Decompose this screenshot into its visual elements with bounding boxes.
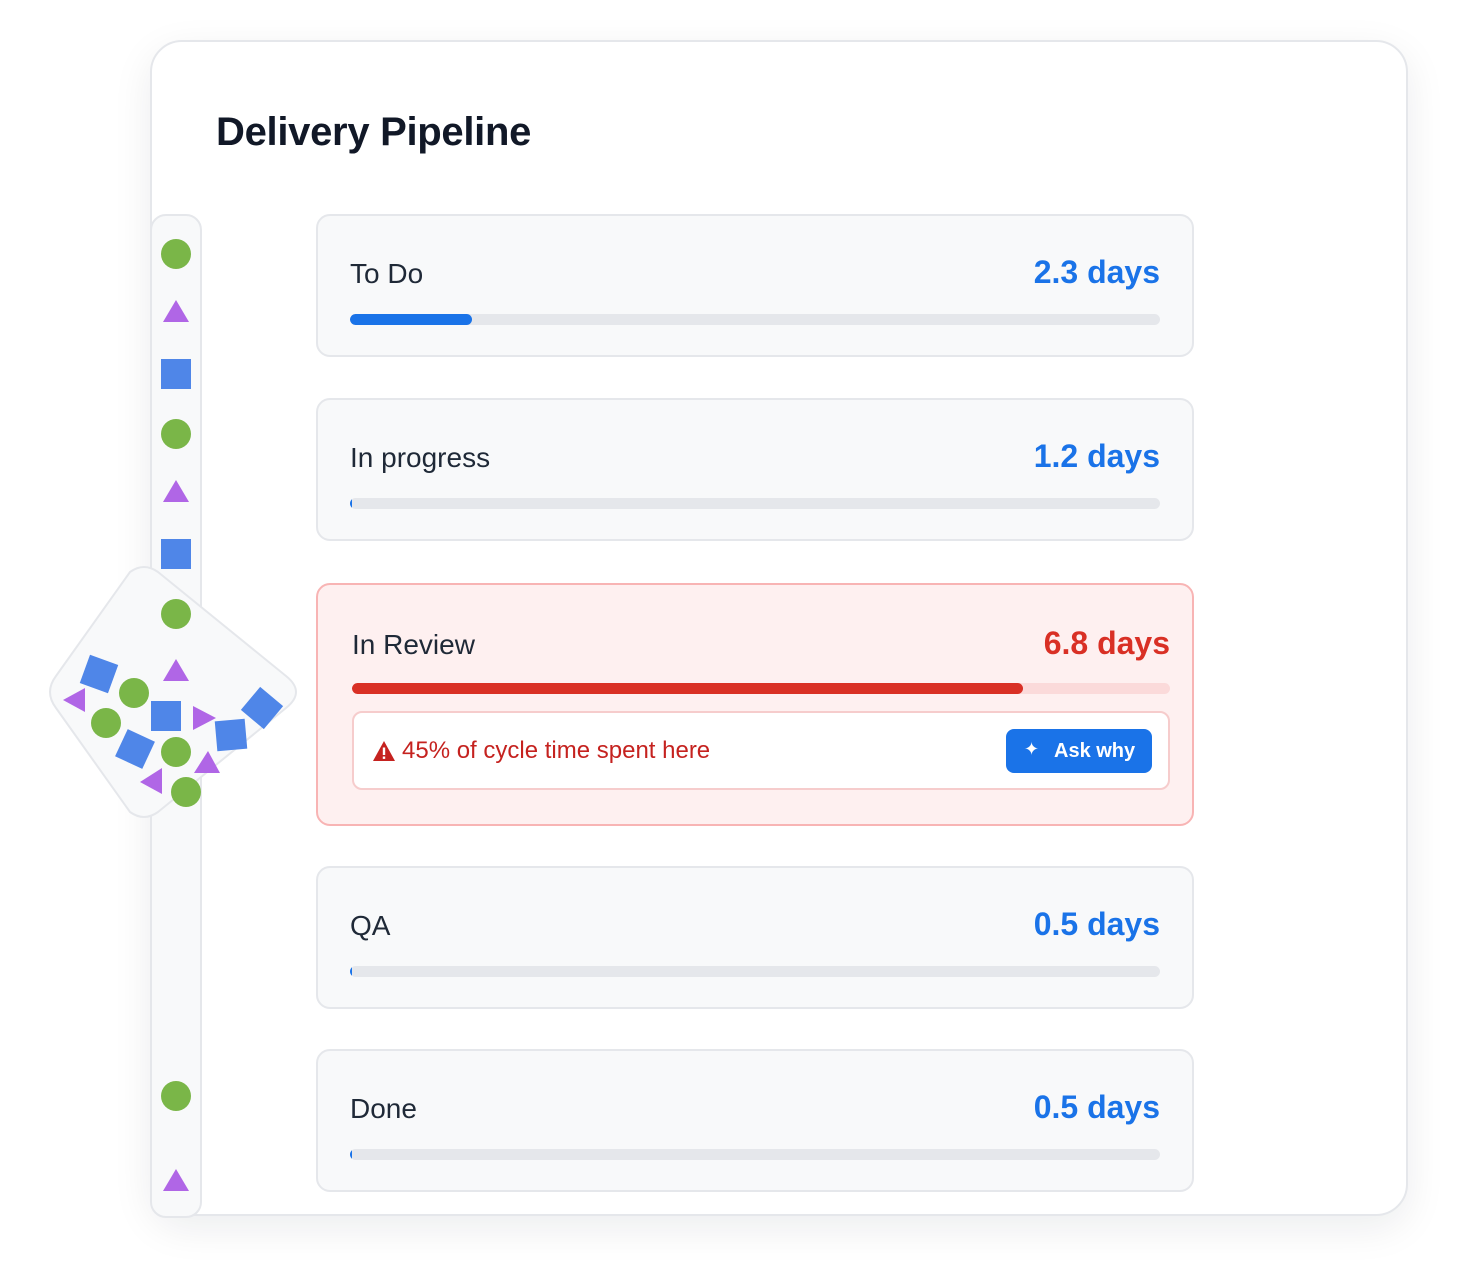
warning-icon xyxy=(373,741,395,761)
triangle-icon xyxy=(163,480,189,502)
circle-icon xyxy=(161,599,191,629)
stage-progress-track xyxy=(350,966,1160,977)
square-icon xyxy=(161,539,191,569)
stage-label: In Review xyxy=(352,629,475,660)
stage-progress-track xyxy=(350,1149,1160,1160)
stage-duration: 0.5 days xyxy=(1033,906,1160,942)
circle-icon xyxy=(119,678,149,708)
stage-label: To Do xyxy=(350,258,424,289)
square-icon xyxy=(151,701,181,731)
circle-icon xyxy=(91,708,121,738)
circle-icon xyxy=(161,419,191,449)
stage-progress-fill xyxy=(350,1149,352,1160)
stage-progress-fill xyxy=(350,966,352,977)
square-icon xyxy=(214,718,248,752)
stage-card-in-progress: In progress 1.2 days xyxy=(316,398,1194,541)
stage-progress-track xyxy=(352,683,1170,694)
sparkle-icon: ✦ xyxy=(1024,739,1040,759)
stage-progress-fill xyxy=(350,498,352,509)
circle-icon xyxy=(161,1081,191,1111)
stage-label: In progress xyxy=(350,442,491,473)
triangle-icon xyxy=(163,1169,189,1191)
callout-message: 45% of cycle time spent here xyxy=(402,737,711,764)
circle-icon xyxy=(161,737,191,767)
stage-duration: 0.5 days xyxy=(1033,1089,1160,1125)
stage-card-in-review: In Review 6.8 days 45% of cycle time spe… xyxy=(316,583,1194,826)
stage-progress-track xyxy=(350,498,1160,509)
flow-items xyxy=(63,239,284,1191)
stage-progress-fill xyxy=(352,683,1023,694)
circle-icon xyxy=(171,777,201,807)
stage-progress-fill xyxy=(350,314,472,325)
stage-duration: 2.3 days xyxy=(1033,254,1160,290)
circle-icon xyxy=(161,239,191,269)
stage-card-done: Done 0.5 days xyxy=(316,1049,1194,1192)
stage-progress-track xyxy=(350,314,1160,325)
stage-card-to-do: To Do 2.3 days xyxy=(316,214,1194,357)
stage-card-qa: QA 0.5 days xyxy=(316,866,1194,1009)
stage-label: Done xyxy=(350,1093,417,1124)
ask-why-button[interactable]: ✦ Ask why xyxy=(1006,729,1152,773)
square-icon xyxy=(161,359,191,389)
stage-label: QA xyxy=(350,910,391,941)
bottleneck-callout: 45% of cycle time spent here ✦ Ask why xyxy=(352,711,1170,790)
triangle-icon xyxy=(163,300,189,322)
stage-duration: 1.2 days xyxy=(1033,438,1160,474)
ask-why-label: Ask why xyxy=(1054,740,1136,762)
stage-duration: 6.8 days xyxy=(1043,625,1170,661)
